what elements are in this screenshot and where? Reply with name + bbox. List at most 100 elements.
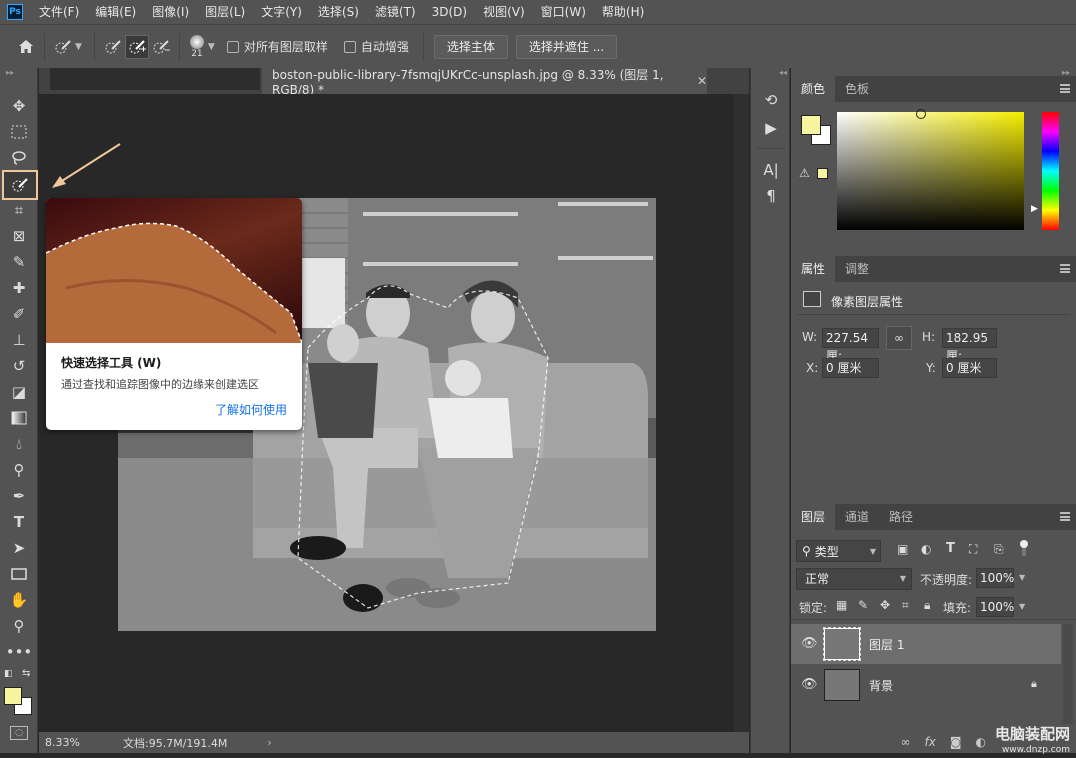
- tab-color[interactable]: 颜色: [791, 76, 836, 102]
- type-tool-icon[interactable]: T: [6, 510, 32, 534]
- frame-tool-icon[interactable]: ⊠: [6, 224, 32, 248]
- color-picker-handle[interactable]: [916, 109, 926, 119]
- height-field[interactable]: 182.95 厘:: [942, 328, 997, 363]
- pen-tool-icon[interactable]: ✒: [6, 484, 32, 508]
- menu-type[interactable]: 文字(Y): [253, 0, 310, 24]
- lock-all-icon[interactable]: 🔒︎: [924, 598, 930, 613]
- hue-slider[interactable]: [1042, 112, 1059, 230]
- auto-enhance-checkbox[interactable]: 自动增强: [343, 38, 409, 55]
- menu-layer[interactable]: 图层(L): [197, 0, 253, 24]
- color-field[interactable]: [837, 112, 1024, 230]
- dodge-tool-icon[interactable]: ⚲: [6, 458, 32, 482]
- checkbox-icon[interactable]: [343, 40, 356, 53]
- menu-image[interactable]: 图像(I): [144, 0, 197, 24]
- y-field[interactable]: 0 厘米: [942, 358, 997, 378]
- lock-artboard-icon[interactable]: ⌗: [902, 598, 909, 613]
- vertical-scrollbar[interactable]: [734, 94, 749, 732]
- adjustment-layer-icon[interactable]: ◐: [976, 735, 986, 749]
- layer-row-layer1[interactable]: 👁︎ 图层 1: [791, 624, 1061, 664]
- actions-play-icon[interactable]: ▶: [759, 116, 783, 140]
- hand-tool-icon[interactable]: ✋: [6, 588, 32, 612]
- x-field[interactable]: 0 厘米: [822, 358, 879, 378]
- layer-name[interactable]: 背景: [869, 677, 893, 694]
- brush-size-picker[interactable]: 21: [189, 34, 204, 59]
- zoom-level[interactable]: 8.33%: [39, 736, 99, 749]
- subtract-from-selection-icon[interactable]: [149, 35, 173, 59]
- path-selection-tool-icon[interactable]: ➤: [6, 536, 32, 560]
- marquee-tool-icon[interactable]: [6, 120, 32, 144]
- tool-preset-icon[interactable]: [51, 35, 75, 59]
- foreground-color-swatch[interactable]: [4, 687, 22, 705]
- checkbox-icon[interactable]: [226, 40, 239, 53]
- zoom-tool-icon[interactable]: ⚲: [6, 614, 32, 638]
- menu-3d[interactable]: 3D(D): [424, 0, 475, 24]
- more-tools-icon[interactable]: •••: [6, 640, 33, 664]
- collapse-icon[interactable]: ▸▸: [6, 68, 14, 77]
- tab-properties[interactable]: 属性: [791, 256, 836, 282]
- chevron-down-icon[interactable]: ▼: [1019, 602, 1025, 611]
- link-icon[interactable]: ∞: [886, 326, 912, 350]
- filter-shape-icon[interactable]: ⛶: [969, 542, 977, 557]
- blend-mode-select[interactable]: 正常 ▼: [796, 568, 912, 590]
- tab-swatches[interactable]: 色板: [835, 76, 879, 102]
- layer-name[interactable]: 图层 1: [869, 636, 904, 653]
- layers-scrollbar[interactable]: [1063, 624, 1073, 724]
- gradient-tool-icon[interactable]: [6, 406, 32, 430]
- lock-image-icon[interactable]: ✎: [858, 598, 868, 612]
- lock-transparency-icon[interactable]: ▦: [836, 598, 847, 612]
- eye-icon[interactable]: 👁︎: [801, 636, 818, 651]
- filter-smart-object-icon[interactable]: ⎘: [994, 542, 1004, 557]
- tab-paths[interactable]: 路径: [879, 504, 923, 530]
- lock-position-icon[interactable]: ✥: [880, 598, 890, 612]
- filter-adjustment-icon[interactable]: ◐: [921, 542, 931, 556]
- chevron-down-icon[interactable]: ▼: [1019, 573, 1025, 582]
- tab-channels[interactable]: 通道: [835, 504, 879, 530]
- lasso-tool-icon[interactable]: [6, 146, 32, 170]
- new-selection-icon[interactable]: [101, 35, 125, 59]
- select-and-mask-button[interactable]: 选择并遮住 ...: [515, 34, 618, 59]
- layer-style-icon[interactable]: fx: [925, 735, 936, 749]
- filter-toggle-icon[interactable]: [1019, 540, 1029, 556]
- filter-type-icon[interactable]: T: [946, 541, 955, 556]
- fill-field[interactable]: 100%: [976, 597, 1014, 617]
- eye-icon[interactable]: 👁︎: [801, 677, 818, 692]
- tab-layers[interactable]: 图层: [791, 504, 836, 530]
- move-tool-icon[interactable]: ✥: [6, 94, 32, 118]
- quick-selection-tool-icon[interactable]: [2, 170, 38, 200]
- panel-menu-icon[interactable]: [1060, 84, 1070, 93]
- tab-adjustments[interactable]: 调整: [835, 256, 879, 282]
- brush-tool-icon[interactable]: ✐: [6, 302, 32, 326]
- color-panel-foreground-swatch[interactable]: [801, 115, 821, 135]
- blur-tool-icon[interactable]: 💧︎: [6, 432, 32, 456]
- document-tab[interactable]: boston-public-library-7fsmqjUKrCc-unspla…: [262, 68, 707, 97]
- default-colors-icon[interactable]: ◧: [4, 669, 13, 679]
- healing-brush-tool-icon[interactable]: ✚: [6, 276, 32, 300]
- history-brush-tool-icon[interactable]: ↺: [6, 354, 32, 378]
- learn-how-link[interactable]: 了解如何使用: [215, 401, 287, 418]
- chevron-down-icon[interactable]: ▼: [75, 42, 82, 52]
- hue-slider-handle[interactable]: ▶: [1031, 204, 1038, 214]
- menu-filter[interactable]: 滤镜(T): [367, 0, 424, 24]
- crop-tool-icon[interactable]: ⌗: [6, 198, 32, 222]
- sample-all-layers-checkbox[interactable]: 对所有图层取样: [226, 38, 328, 55]
- link-layers-icon[interactable]: ∞: [901, 735, 911, 749]
- swap-colors-icon[interactable]: ⇆: [22, 668, 30, 679]
- eyedropper-tool-icon[interactable]: ✎: [6, 250, 32, 274]
- history-icon[interactable]: ⟲: [759, 88, 783, 112]
- menu-view[interactable]: 视图(V): [475, 0, 533, 24]
- menu-edit[interactable]: 编辑(E): [87, 0, 144, 24]
- menu-help[interactable]: 帮助(H): [594, 0, 652, 24]
- gamut-swatch[interactable]: [817, 168, 828, 179]
- collapse-icon[interactable]: ◂◂: [779, 68, 787, 77]
- menu-select[interactable]: 选择(S): [310, 0, 367, 24]
- eraser-tool-icon[interactable]: ◪: [6, 380, 32, 404]
- panel-menu-icon[interactable]: [1060, 512, 1070, 521]
- filter-pixel-icon[interactable]: ▣: [897, 542, 908, 556]
- home-icon[interactable]: [14, 35, 38, 59]
- clone-stamp-tool-icon[interactable]: ⊥: [6, 328, 32, 352]
- layer-filter-select[interactable]: ⚲ 类型 ▼: [796, 540, 881, 562]
- paragraph-icon[interactable]: ¶: [759, 184, 783, 208]
- close-icon[interactable]: ✕: [697, 74, 707, 88]
- add-mask-icon[interactable]: ◙: [950, 735, 962, 749]
- width-field[interactable]: 227.54 厘:: [822, 328, 879, 363]
